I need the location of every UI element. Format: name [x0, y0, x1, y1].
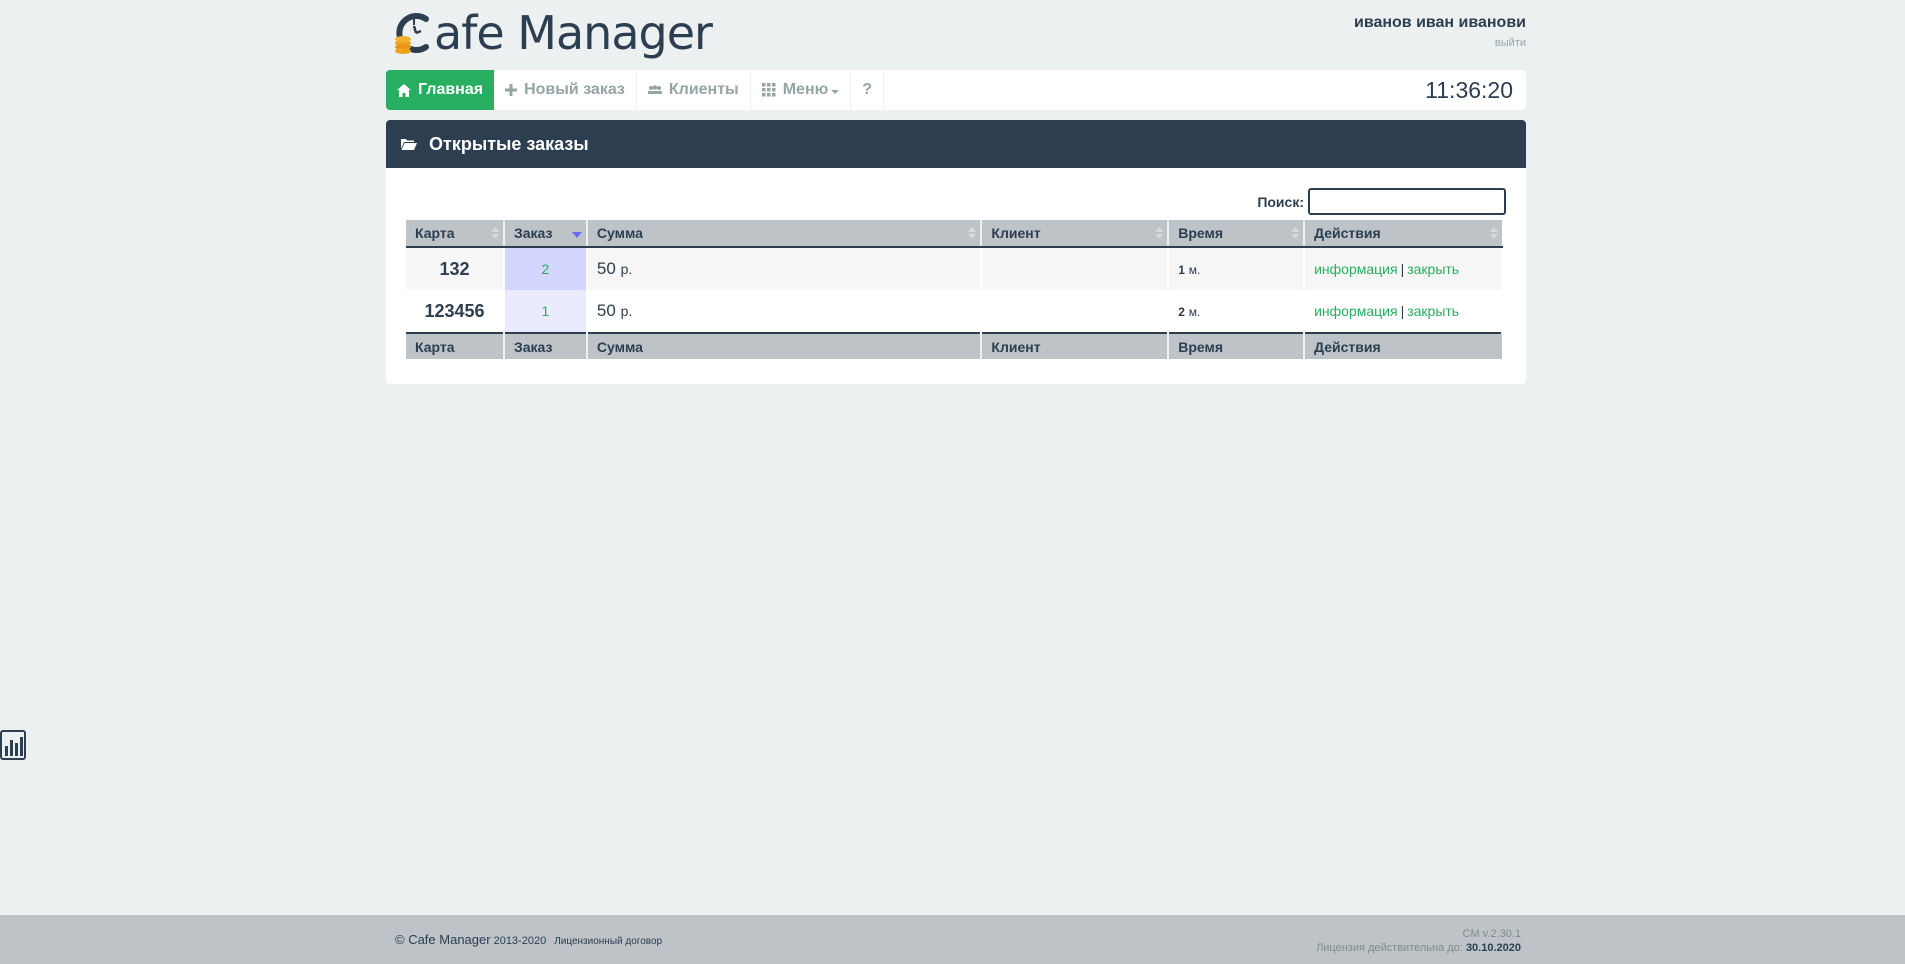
footer: © Cafe Manager 2013-2020 Лицензионный дого… [0, 915, 1905, 964]
cell-sum: 50 р. [586, 290, 983, 333]
col-footer-sum: Сумма [586, 332, 983, 359]
col-header-order[interactable]: Заказ [503, 220, 588, 248]
nav-item-menu-dropdown[interactable]: Меню [751, 70, 852, 110]
user-name: иванов иван иванови [1353, 14, 1526, 31]
order-link[interactable]: 2 [542, 261, 550, 277]
close-order-link[interactable]: закрыть [1407, 261, 1459, 277]
col-footer-order: Заказ [503, 332, 588, 359]
logo-coins-icon [395, 13, 429, 54]
col-header-time[interactable]: Время [1168, 220, 1306, 248]
user-block: иванов иван иванови выйти [1354, 14, 1526, 51]
sort-icon [490, 227, 499, 240]
cell-card: 123456 [406, 290, 505, 333]
table-row: 123456 1 50 р. 2 м. информация | закрыть [406, 290, 1503, 333]
search-box: Поиск: [1257, 188, 1506, 215]
logout-link[interactable]: выйти [1495, 37, 1526, 49]
panel-title: Открытые заказы [429, 133, 589, 154]
cell-card: 132 [406, 247, 505, 290]
panel-heading: Открытые заказы [386, 120, 1526, 168]
table-header-row: Карта Заказ Сумма Клиент Время Действия [406, 220, 1502, 248]
order-link[interactable]: 1 [542, 303, 550, 319]
col-header-actions[interactable]: Действия [1304, 220, 1502, 248]
users-icon [647, 85, 662, 94]
cell-actions: информация | закрыть [1304, 247, 1503, 290]
cell-client [981, 290, 1170, 333]
header: afe Manager иванов иван иванови выйти [386, 0, 1526, 68]
info-link[interactable]: информация [1314, 303, 1397, 319]
col-header-card[interactable]: Карта [406, 220, 505, 248]
nav-item-home[interactable]: Главная [386, 70, 495, 110]
license-expiry: Лицензия действительна до: 30.10.2020 [1316, 942, 1521, 954]
table-row: 132 2 50 р. 1 м. информация | закрыть [406, 247, 1503, 290]
col-header-sum[interactable]: Сумма [586, 220, 983, 248]
cell-client [981, 247, 1170, 290]
nav-menu-label: Меню [782, 81, 829, 98]
stats-widget-icon[interactable] [0, 730, 26, 760]
cell-time: 1 м. [1168, 247, 1306, 290]
col-footer-actions: Действия [1304, 332, 1502, 359]
col-footer-time: Время [1168, 332, 1306, 359]
logo-text: afe Manager [434, 6, 713, 60]
nav-item-new-order[interactable]: Новый заказ [494, 70, 637, 110]
home-icon [397, 83, 411, 97]
cell-time: 2 м. [1168, 290, 1306, 333]
cell-actions: информация | закрыть [1304, 290, 1503, 333]
clock: 11:36:20 [1425, 77, 1513, 103]
search-label: Поиск: [1257, 193, 1304, 210]
cell-sum: 50 р. [586, 247, 983, 290]
sort-icon [1155, 227, 1164, 240]
plus-icon [505, 84, 518, 96]
nav-menu: Главная Новый заказ Клиенты Меню ? [386, 70, 1526, 110]
footer-copyright: © Cafe Manager 2013-2020 Лицензионный дого… [395, 932, 663, 947]
table-footer-row: Карта Заказ Сумма Клиент Время Действия [406, 332, 1502, 359]
nav-home-label: Главная [418, 81, 484, 98]
sort-icon [1291, 227, 1300, 240]
folder-open-icon [401, 139, 417, 150]
nav-item-clients[interactable]: Клиенты [637, 70, 751, 110]
nav-help-label: ? [862, 81, 873, 98]
grid-icon [761, 83, 776, 97]
sort-desc-icon [571, 232, 582, 238]
nav-clients-label: Клиенты [668, 81, 739, 98]
sort-icon [1490, 227, 1498, 240]
license-agreement-link[interactable]: Лицензионный договор [554, 936, 662, 947]
nav-new-order-label: Новый заказ [524, 81, 625, 98]
footer-license-info: CM v.2.30.1 Лицензия действительна до: 3… [1316, 927, 1521, 955]
col-footer-client: Клиент [981, 332, 1170, 359]
cell-order: 1 [503, 290, 588, 333]
orders-table: Карта Заказ Сумма Клиент Время Действия … [406, 220, 1503, 359]
info-link[interactable]: информация [1314, 261, 1397, 277]
search-input[interactable] [1308, 188, 1506, 215]
sort-icon [968, 227, 977, 240]
open-orders-panel: Открытые заказы Поиск: Карта Заказ Сумма… [386, 120, 1526, 384]
nav-item-help[interactable]: ? [851, 70, 885, 110]
version-label: CM v.2.30.1 [1462, 928, 1522, 940]
col-footer-card: Карта [406, 332, 505, 359]
cell-order: 2 [503, 247, 588, 290]
logo[interactable]: afe Manager [394, 6, 713, 60]
close-order-link[interactable]: закрыть [1407, 303, 1459, 319]
navbar: Главная Новый заказ Клиенты Меню ? 11:36… [386, 70, 1526, 110]
chevron-down-icon [831, 89, 840, 94]
col-header-client[interactable]: Клиент [981, 220, 1170, 248]
